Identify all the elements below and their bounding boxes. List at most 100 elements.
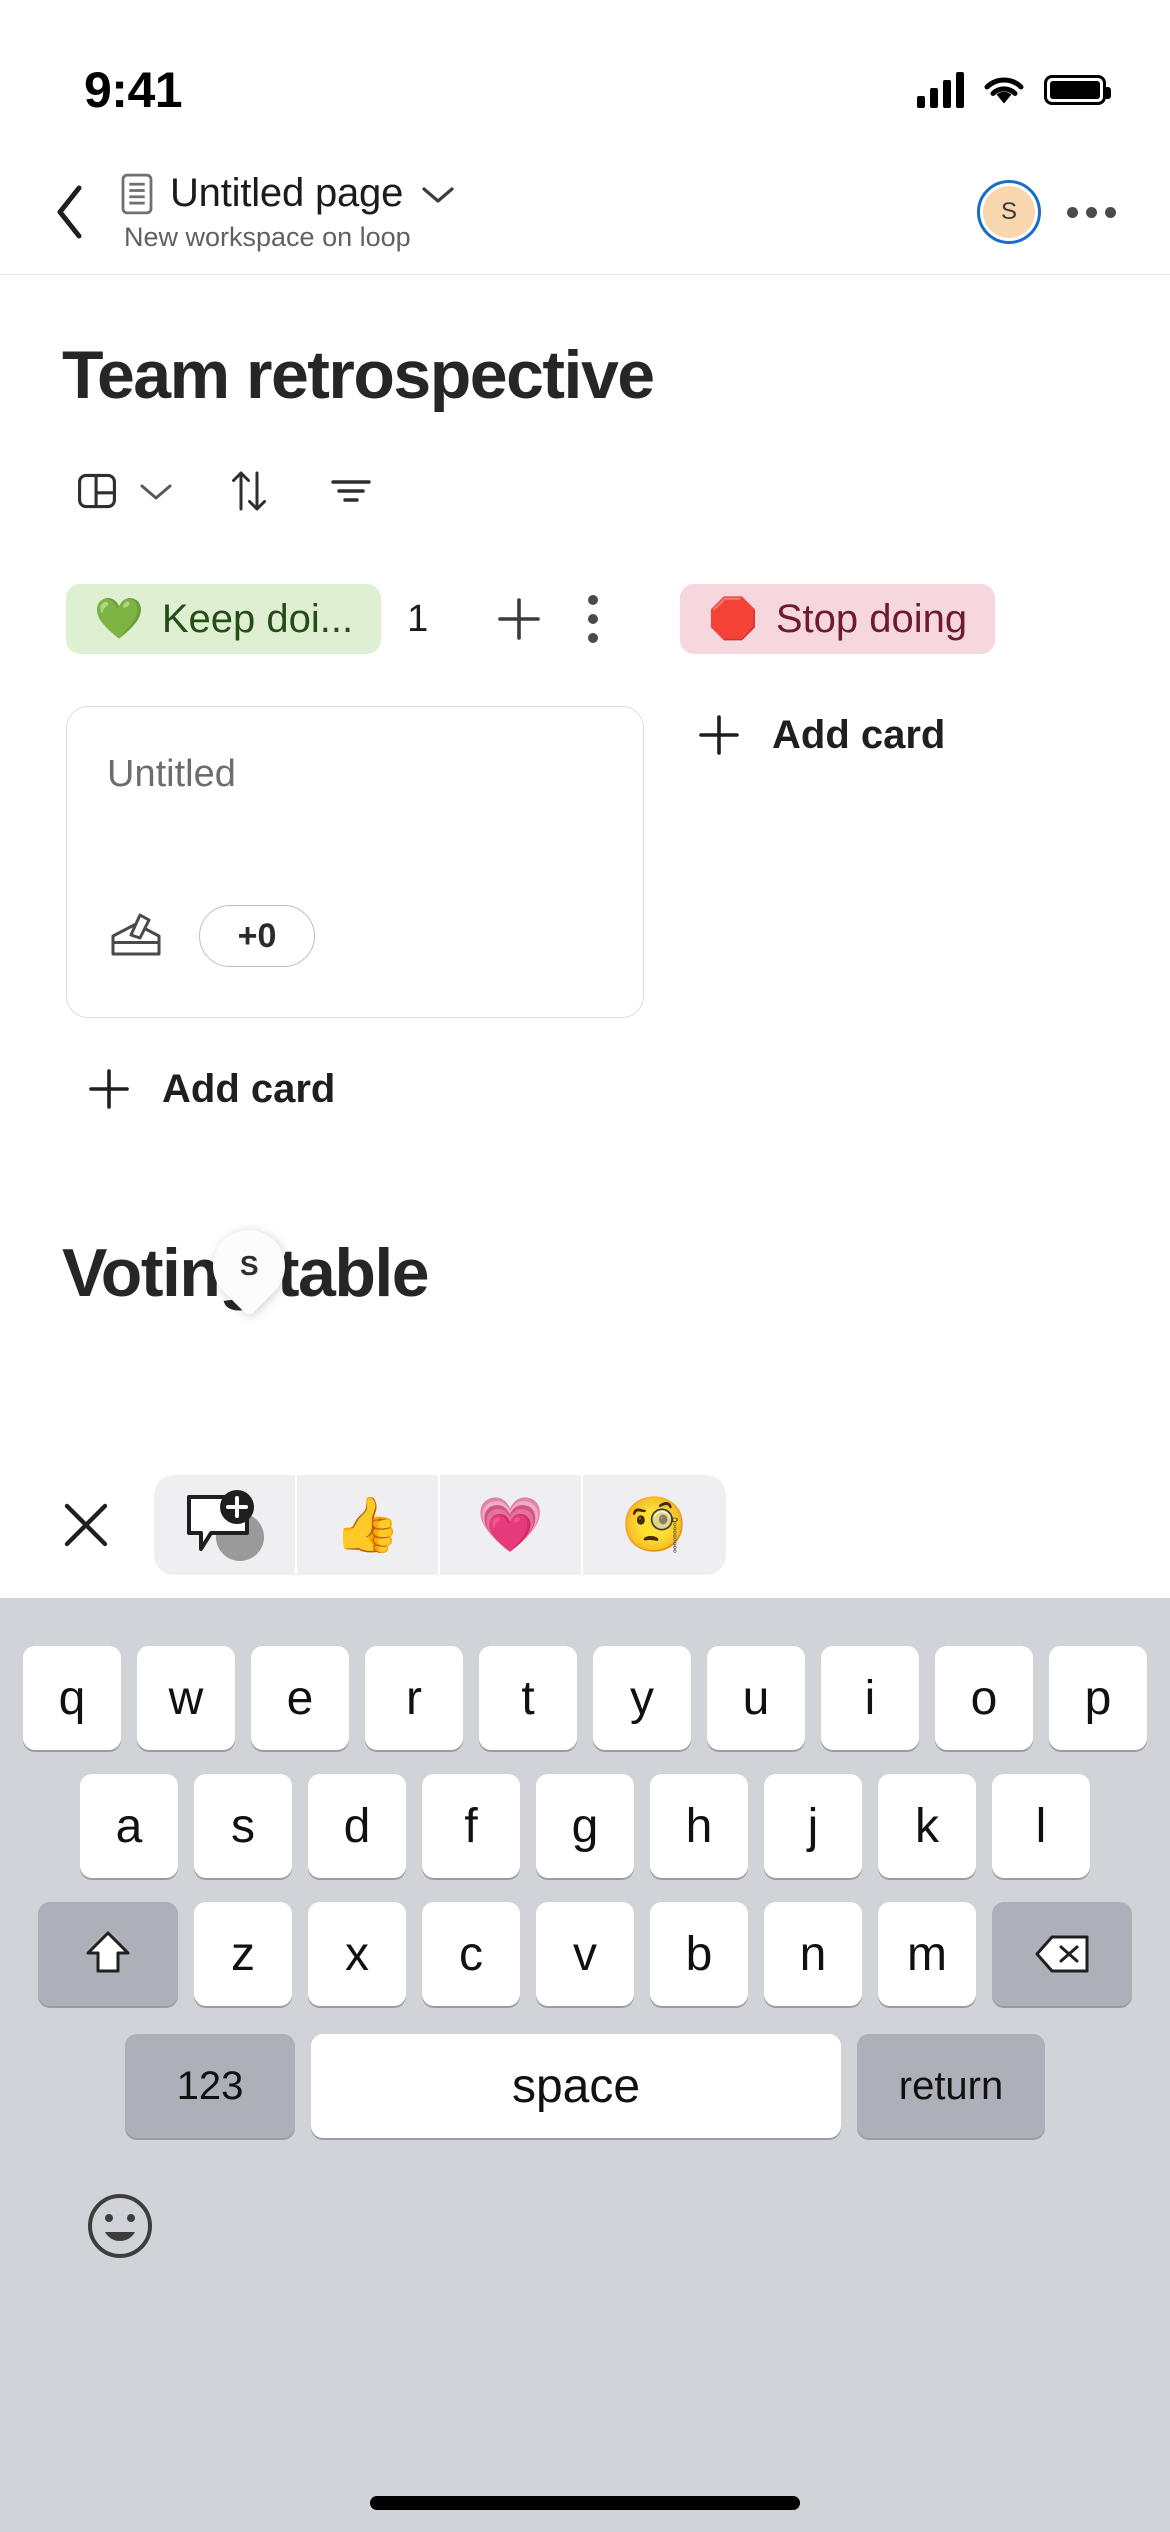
key-c[interactable]: c (422, 1902, 520, 2006)
key-w[interactable]: w (137, 1646, 235, 1750)
board-card[interactable]: Untitled +0 (66, 706, 644, 1018)
board-view-button[interactable] (66, 460, 128, 522)
reaction-toolbar: 👍 💗 🧐 (0, 1465, 1170, 1585)
key-x[interactable]: x (308, 1902, 406, 2006)
column-header: 💚 Keep doi... 1 (66, 580, 640, 658)
return-key[interactable]: return (857, 2034, 1045, 2138)
key-o[interactable]: o (935, 1646, 1033, 1750)
column-actions (492, 592, 640, 646)
workspace-subtitle: New workspace on loop (124, 222, 411, 252)
more-vertical-icon[interactable] (588, 595, 598, 643)
key-m[interactable]: m (878, 1902, 976, 2006)
backspace-key[interactable] (992, 1902, 1132, 2006)
add-comment-button[interactable] (154, 1475, 297, 1575)
more-horizontal-icon[interactable] (1067, 206, 1116, 218)
key-v[interactable]: v (536, 1902, 634, 2006)
add-card-button[interactable]: Add card (66, 1018, 640, 1114)
key-y[interactable]: y (593, 1646, 691, 1750)
keyboard-row-1: q w e r t y u i o p (0, 1598, 1170, 1750)
add-item-button[interactable] (492, 592, 546, 646)
reaction-thumbs-up[interactable]: 👍 (297, 1475, 440, 1575)
key-h[interactable]: h (650, 1774, 748, 1878)
voting-table-section: Voting table S (0, 1114, 1170, 1317)
numbers-key[interactable]: 123 (125, 2034, 295, 2138)
green-heart-emoji: 💚 (94, 597, 144, 641)
nav-bar: Untitled page New workspace on loop S (0, 150, 1170, 275)
back-button[interactable] (40, 182, 100, 242)
column-name: Keep doi... (161, 596, 354, 641)
thumbs-up-emoji: 👍 (333, 1495, 402, 1555)
avatar[interactable]: S (977, 180, 1041, 244)
vote-count-badge[interactable]: +0 (199, 905, 315, 967)
column-pill[interactable]: 🛑 Stop doing (680, 584, 996, 654)
keyboard-row-3: z x c v b n m (0, 1878, 1170, 2006)
key-r[interactable]: r (365, 1646, 463, 1750)
card-footer: +0 (107, 905, 315, 967)
nav-title-block[interactable]: Untitled page New workspace on loop (100, 171, 977, 253)
plus-icon (699, 715, 739, 755)
backspace-icon (1035, 1935, 1089, 1973)
battery-full-icon (1044, 75, 1111, 105)
key-d[interactable]: d (308, 1774, 406, 1878)
key-p[interactable]: p (1049, 1646, 1147, 1750)
plus-icon (89, 1069, 129, 1109)
page-title-nav: Untitled page (170, 171, 404, 215)
heart-emoji: 💗 (476, 1495, 545, 1555)
sort-arrows-icon (232, 471, 266, 511)
status-indicators (917, 72, 1111, 108)
key-n[interactable]: n (764, 1902, 862, 2006)
emoji-smiley-icon (88, 2194, 152, 2258)
keyboard-row-2: a s d f g h j k l (0, 1750, 1170, 1878)
page-title: Team retrospective (62, 337, 655, 413)
key-b[interactable]: b (650, 1902, 748, 2006)
emoji-strip: 👍 💗 🧐 (154, 1475, 726, 1575)
board-column-stop-doing: 🛑 Stop doing Add card (640, 580, 1170, 1114)
sort-button[interactable] (218, 460, 280, 522)
view-toolbar (0, 414, 1170, 522)
chevron-left-icon (57, 185, 82, 239)
key-u[interactable]: u (707, 1646, 805, 1750)
key-t[interactable]: t (479, 1646, 577, 1750)
key-z[interactable]: z (194, 1902, 292, 2006)
wifi-icon (984, 77, 1024, 104)
presence-initial: S (239, 1250, 259, 1281)
key-j[interactable]: j (764, 1774, 862, 1878)
column-name: Stop doing (775, 596, 968, 641)
column-header: 🛑 Stop doing (680, 580, 1170, 658)
column-pill[interactable]: 💚 Keep doi... (66, 584, 382, 654)
close-button[interactable] (40, 1479, 132, 1571)
key-e[interactable]: e (251, 1646, 349, 1750)
chevron-down-icon (140, 484, 172, 500)
signal-bars-icon (917, 72, 964, 108)
shift-key[interactable] (38, 1902, 178, 2006)
key-l[interactable]: l (992, 1774, 1090, 1878)
presence-cursor: S (198, 1215, 300, 1317)
key-f[interactable]: f (422, 1774, 520, 1878)
key-s[interactable]: s (194, 1774, 292, 1878)
keyboard-bottom-bar (0, 2138, 1170, 2268)
filter-button[interactable] (320, 460, 382, 522)
close-x-icon (64, 1503, 108, 1547)
emoji-keyboard-button[interactable] (78, 2184, 162, 2268)
add-card-label: Add card (772, 712, 946, 757)
ballot-box-icon[interactable] (107, 910, 165, 962)
key-g[interactable]: g (536, 1774, 634, 1878)
chevron-down-icon[interactable] (419, 182, 457, 206)
nav-actions: S (977, 180, 1130, 244)
board: 💚 Keep doi... 1 Untitled +0 Add card 🛑 S… (0, 522, 1170, 1114)
key-i[interactable]: i (821, 1646, 919, 1750)
plus-icon (498, 598, 540, 640)
key-a[interactable]: a (80, 1774, 178, 1878)
keyboard-row-4: 123 space return (0, 2006, 1170, 2138)
status-bar: 9:41 (0, 0, 1170, 150)
stop-sign-emoji: 🛑 (708, 597, 758, 641)
space-key[interactable]: space (311, 2034, 841, 2138)
add-card-label: Add card (162, 1066, 336, 1111)
key-k[interactable]: k (878, 1774, 976, 1878)
card-title: Untitled (107, 753, 236, 795)
reaction-thinking[interactable]: 🧐 (583, 1475, 726, 1575)
key-q[interactable]: q (23, 1646, 121, 1750)
view-chevron-button[interactable] (128, 460, 184, 522)
reaction-heart[interactable]: 💗 (440, 1475, 583, 1575)
add-card-button[interactable]: Add card (680, 710, 1170, 760)
